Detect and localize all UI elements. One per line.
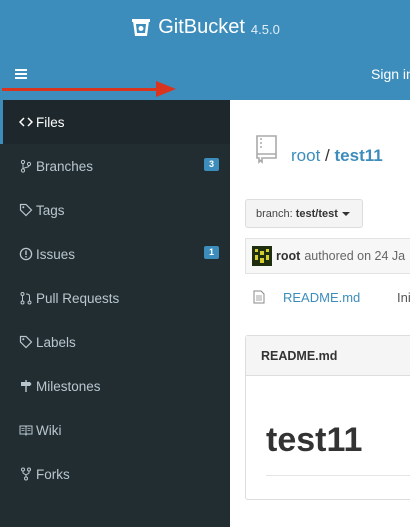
branch-name: test/test [295,207,338,220]
sidebar-item-milestones[interactable]: Milestones [0,364,230,408]
commit-date-text: authored on 24 Ja [304,249,406,263]
sidebar-item-labels[interactable]: Labels [0,320,230,364]
app-name: GitBucket [158,15,245,38]
sidebar-item-files[interactable]: Files [0,100,230,144]
readme-header: README.md [246,336,410,376]
sidebar-item-label: Labels [36,334,76,350]
commit-author[interactable]: root [276,249,300,263]
repo-title-separator: / [325,146,330,165]
sidebar: Files Branches 3 Tags Issues 1 Pull Requ… [0,100,230,527]
avatar[interactable] [252,246,272,266]
hamburger-menu-icon[interactable] [15,69,27,79]
app-header: GitBucket 4.5.0 Sign in [0,0,410,100]
sign-in-link[interactable]: Sign in [371,66,410,82]
sidebar-item-label: Tags [36,202,65,218]
branches-count-badge: 3 [203,158,219,171]
sidebar-item-label: Wiki [36,422,62,438]
repo-name-link[interactable]: test11 [335,146,383,165]
branch-icon [18,159,33,174]
readme-heading-rule [266,475,410,476]
sidebar-item-branches[interactable]: Branches 3 [0,144,230,188]
annotation-arrow-head [156,81,176,97]
fork-icon [18,467,33,482]
app-version: 4.5.0 [250,21,280,37]
book-icon [18,423,33,438]
readme-panel: README.md test11 [245,335,410,500]
caret-down-icon [341,211,350,216]
sidebar-item-label: Pull Requests [36,290,120,306]
branch-prefix: branch: [256,207,293,220]
branch-selector-button[interactable]: branch: test/test [245,199,363,228]
sidebar-item-label: Issues [36,246,76,262]
readme-heading: test11 [266,421,363,459]
file-text-icon [253,290,265,304]
gitbucket-logo-icon [132,19,151,36]
sidebar-item-tags[interactable]: Tags [0,188,230,232]
annotation-arrow-shaft [2,88,160,91]
pull-request-icon [18,291,33,306]
sidebar-item-label: Forks [36,466,70,482]
code-icon [18,115,33,130]
latest-commit-bar: root authored on 24 Ja [245,238,410,274]
repo-owner-link[interactable]: root [291,146,320,165]
sidebar-item-wiki[interactable]: Wiki [0,408,230,452]
sidebar-item-label: Milestones [36,378,101,394]
repo-icon [256,135,277,164]
sidebar-item-label: Branches [36,158,94,174]
repository-content: root / test11 branch: test/test root aut… [230,100,410,527]
sidebar-item-pull-requests[interactable]: Pull Requests [0,276,230,320]
file-commit-message[interactable]: Ini [397,290,410,305]
file-name-link[interactable]: README.md [283,290,360,305]
sidebar-item-label: Files [36,114,65,130]
tag-icon [18,335,33,350]
issue-icon [18,247,33,262]
tag-icon [18,203,33,218]
sidebar-item-forks[interactable]: Forks [0,452,230,496]
file-list-row: README.md Ini [245,284,410,310]
milestone-icon [18,379,33,394]
app-logo[interactable]: GitBucket 4.5.0 [0,14,410,40]
issues-count-badge: 1 [203,246,219,259]
sidebar-item-issues[interactable]: Issues 1 [0,232,230,276]
repository-title: root / test11 [291,146,383,166]
